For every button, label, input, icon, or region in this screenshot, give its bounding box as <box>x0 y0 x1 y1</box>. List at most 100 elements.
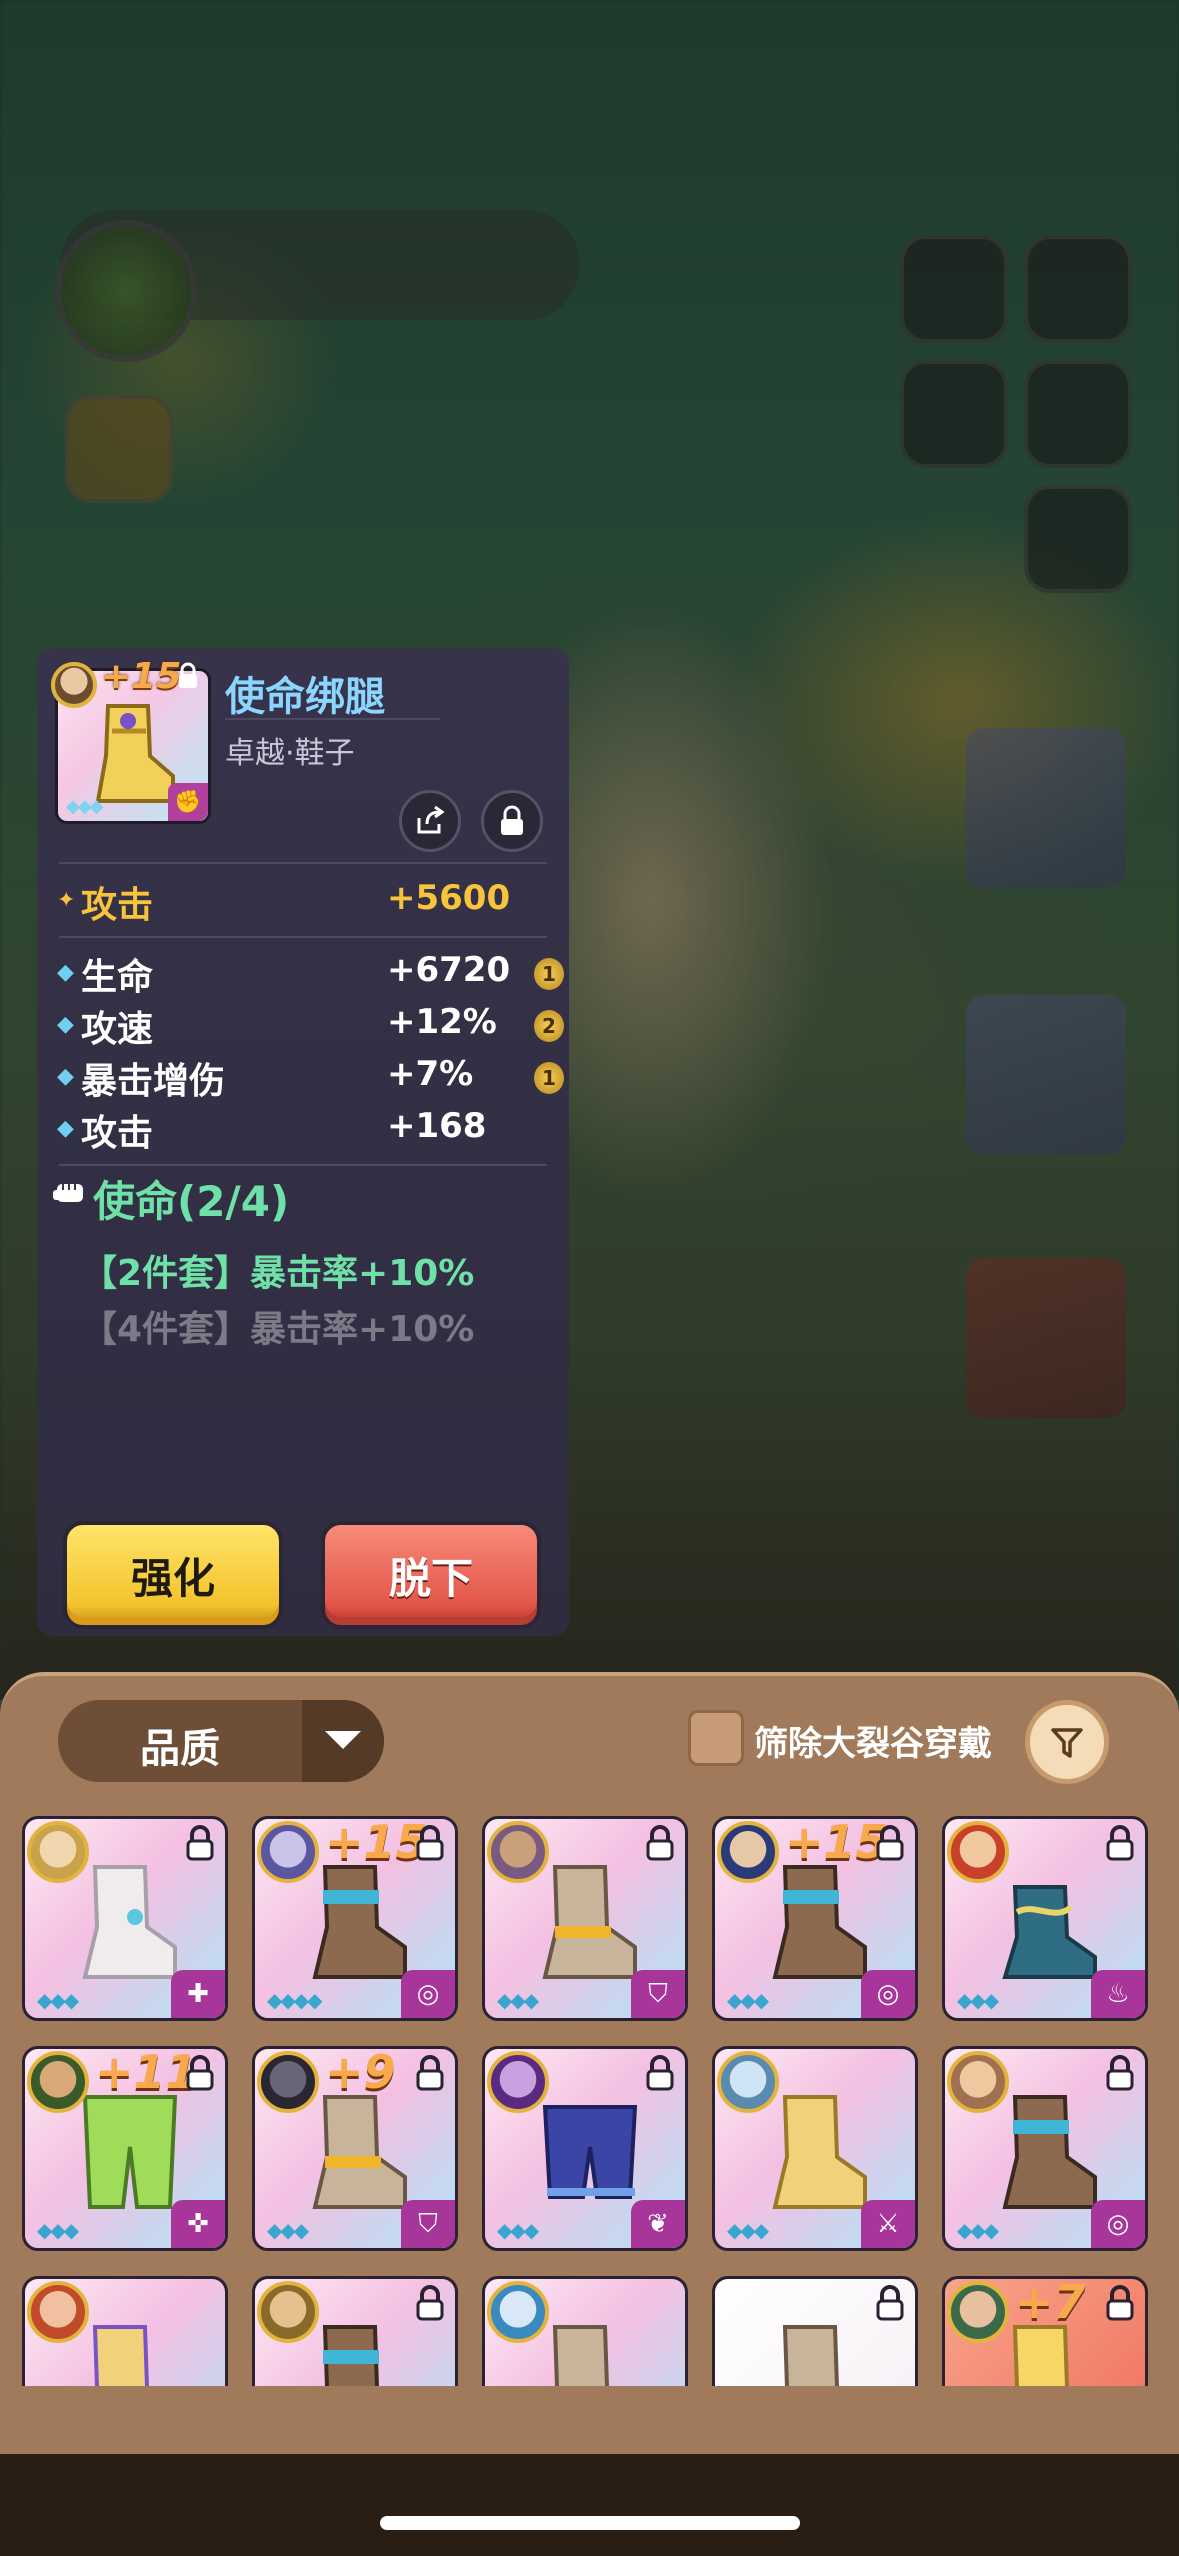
hero-avatar <box>27 2281 89 2343</box>
stat-value: +12% <box>387 1002 497 1042</box>
fist-icon <box>53 1184 83 1202</box>
equipment-subtitle: 卓越·鞋子 <box>225 736 355 771</box>
equipment-card[interactable]: +9 ◆◆◆ ⛉ <box>252 2046 458 2251</box>
shield-icon: ⛉ <box>631 1970 685 2018</box>
wings-icon: ❦ <box>631 2200 685 2248</box>
enhance-button-label: 强化 <box>130 1553 215 1603</box>
unequip-button[interactable]: 脱下 <box>321 1521 541 1629</box>
sword-icon: ⚔ <box>861 2200 915 2248</box>
hero-avatar <box>487 1821 549 1883</box>
sub-stat-row: ◆ 攻速 +12% 2 <box>57 1000 564 1050</box>
hero-avatar <box>257 1821 319 1883</box>
name-underline <box>225 718 440 720</box>
boot-icon <box>322 2325 380 2386</box>
lock-icon <box>876 2285 904 2321</box>
stat-value: +6720 <box>387 950 511 990</box>
equipment-card[interactable]: ◆◆◆ ♨ <box>942 1816 1148 2021</box>
divider <box>59 862 547 864</box>
equipment-card[interactable]: ◆◆◆ ◎ <box>942 2046 1148 2251</box>
equipment-card[interactable]: +15 ◆◆◆ ◎ <box>712 1816 918 2021</box>
exclude-rift-label: 筛除大裂谷穿戴 <box>754 1724 992 1764</box>
lock-icon <box>1106 2055 1134 2091</box>
set-bonus-4: 【4件套】暴击率+10% <box>81 1309 475 1350</box>
stat-value: +168 <box>387 1106 487 1146</box>
fist-icon: ✊ <box>168 783 208 821</box>
swirl-icon: ◎ <box>861 1970 915 2018</box>
stat-label: 攻击 <box>81 1113 154 1154</box>
boot-icon <box>82 1865 177 1979</box>
boot-icon <box>542 1865 637 1979</box>
equipment-name: 使命绑腿 <box>225 674 385 720</box>
hero-avatar <box>257 2281 319 2343</box>
equipment-card[interactable]: +7 <box>942 2276 1148 2386</box>
boot-icon <box>772 2095 867 2209</box>
pants-icon <box>82 2095 178 2209</box>
swirl-icon: ◎ <box>401 1970 455 2018</box>
inventory-panel: 品质 筛除大裂谷穿戴 ◆◆◆ ✚ +15 ◆◆◆◆ ◎ ◆◆◆ ⛉ +15 ◆◆… <box>0 1672 1179 2458</box>
boot-icon <box>772 1865 867 1979</box>
hero-avatar <box>947 2281 1009 2343</box>
stat-label: 暴击增伤 <box>81 1061 226 1102</box>
quality-diamonds: ◆◆◆◆ <box>267 1988 323 2012</box>
equipment-card[interactable] <box>482 2276 688 2386</box>
share-button[interactable] <box>399 790 461 852</box>
hero-avatar <box>27 1821 89 1883</box>
hero-avatar <box>717 2051 779 2113</box>
lock-icon <box>179 662 197 688</box>
stat-label: 攻击 <box>81 885 154 926</box>
quality-diamonds: ◆◆◆ <box>267 2218 309 2242</box>
hero-avatar <box>51 662 97 708</box>
set-bonus-2: 【2件套】暴击率+10% <box>81 1253 475 1294</box>
boot-icon <box>312 2095 407 2209</box>
home-indicator[interactable] <box>380 2516 800 2530</box>
sub-stat-row: ◆ 暴击增伤 +7% 1 <box>57 1052 564 1102</box>
equipment-card[interactable]: ◆◆◆ ⛉ <box>482 1816 688 2021</box>
hero-avatar <box>27 2051 89 2113</box>
equipment-card[interactable] <box>252 2276 458 2386</box>
stat-value: +5600 <box>387 878 511 918</box>
chevron-down-icon[interactable] <box>302 1700 384 1782</box>
hero-avatar <box>487 2281 549 2343</box>
diamond-icon: ◆ <box>57 1064 74 1089</box>
boot-icon <box>1002 2095 1097 2209</box>
quality-diamonds: ◆◆◆ <box>957 2218 999 2242</box>
diamond-icon: ◆ <box>57 960 74 985</box>
cross-icon: ✜ <box>171 2200 225 2248</box>
hero-avatar <box>487 2051 549 2113</box>
lock-icon <box>646 1825 674 1861</box>
exclude-rift-checkbox[interactable] <box>688 1710 744 1766</box>
equipment-detail-panel: ✊ ◆◆◆ +15 使命绑腿 卓越·鞋子 ✦ 攻击 +5600 ◆ 生命 +67… <box>37 648 569 1636</box>
filter-icon <box>1051 1728 1083 1758</box>
main-stat-row: ✦ 攻击 +5600 <box>57 876 557 926</box>
lock-icon <box>186 1825 214 1861</box>
divider <box>59 1164 547 1166</box>
lock-icon <box>646 2055 674 2091</box>
hero-avatar <box>947 2051 1009 2113</box>
equipment-card[interactable]: ◆◆◆ ✚ <box>22 1816 228 2021</box>
equipment-card[interactable] <box>22 2276 228 2386</box>
equipment-card[interactable]: +11 ◆◆◆ ✜ <box>22 2046 228 2251</box>
quality-diamonds: ◆◆◆ <box>66 796 104 817</box>
filter-button[interactable] <box>1025 1700 1109 1784</box>
stat-label: 攻速 <box>81 1009 154 1050</box>
chevron-down-shape <box>325 1731 361 1749</box>
quality-filter-dropdown[interactable]: 品质 <box>58 1700 384 1782</box>
quality-diamonds: ◆◆◆ <box>37 2218 79 2242</box>
equipment-card[interactable]: ◆◆◆ ❦ <box>482 2046 688 2251</box>
lock-toggle-button[interactable] <box>481 790 543 852</box>
lock-icon <box>186 2055 214 2091</box>
equipment-card[interactable]: +15 ◆◆◆◆ ◎ <box>252 1816 458 2021</box>
boot-icon <box>1002 1885 1097 1979</box>
enhance-level: +7 <box>1015 2276 1086 2329</box>
bottom-safe-area <box>0 2454 1179 2556</box>
lock-icon <box>416 1825 444 1861</box>
equipment-card[interactable]: ◆◆◆ ⚔ <box>712 2046 918 2251</box>
lock-icon <box>876 1825 904 1861</box>
star-icon: ✦ <box>57 888 76 913</box>
enhance-level: +15 <box>101 656 182 697</box>
equipment-card[interactable] <box>712 2276 918 2386</box>
enhance-button[interactable]: 强化 <box>63 1521 283 1629</box>
quality-filter-label: 品质 <box>140 1726 220 1772</box>
plus-circle-icon: ✚ <box>171 1970 225 2018</box>
boot-icon <box>552 2325 610 2386</box>
